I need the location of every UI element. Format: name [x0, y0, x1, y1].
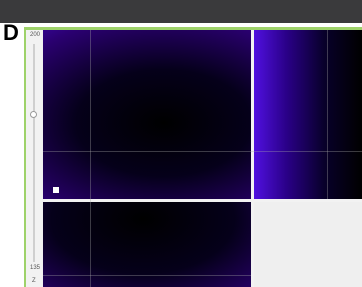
slider-max-label: 200: [30, 32, 41, 38]
slider-axis-label: Z: [32, 278, 36, 284]
crosshair-vertical-side: [327, 30, 328, 199]
crosshair-horizontal: [43, 151, 362, 152]
slider-min-label: 135: [30, 265, 41, 271]
position-marker: [53, 187, 59, 193]
top-bar: [0, 0, 362, 23]
crosshair-vertical: [90, 30, 91, 287]
empty-view: [254, 202, 362, 287]
view-divider-vertical: [251, 30, 254, 287]
crosshair-horizontal-bottom: [43, 275, 251, 276]
panel-letter: D: [3, 20, 19, 45]
slider-thumb[interactable]: [30, 111, 37, 118]
slider-track[interactable]: [33, 44, 35, 262]
yz-view[interactable]: [254, 30, 362, 199]
xy-view[interactable]: [43, 30, 251, 199]
